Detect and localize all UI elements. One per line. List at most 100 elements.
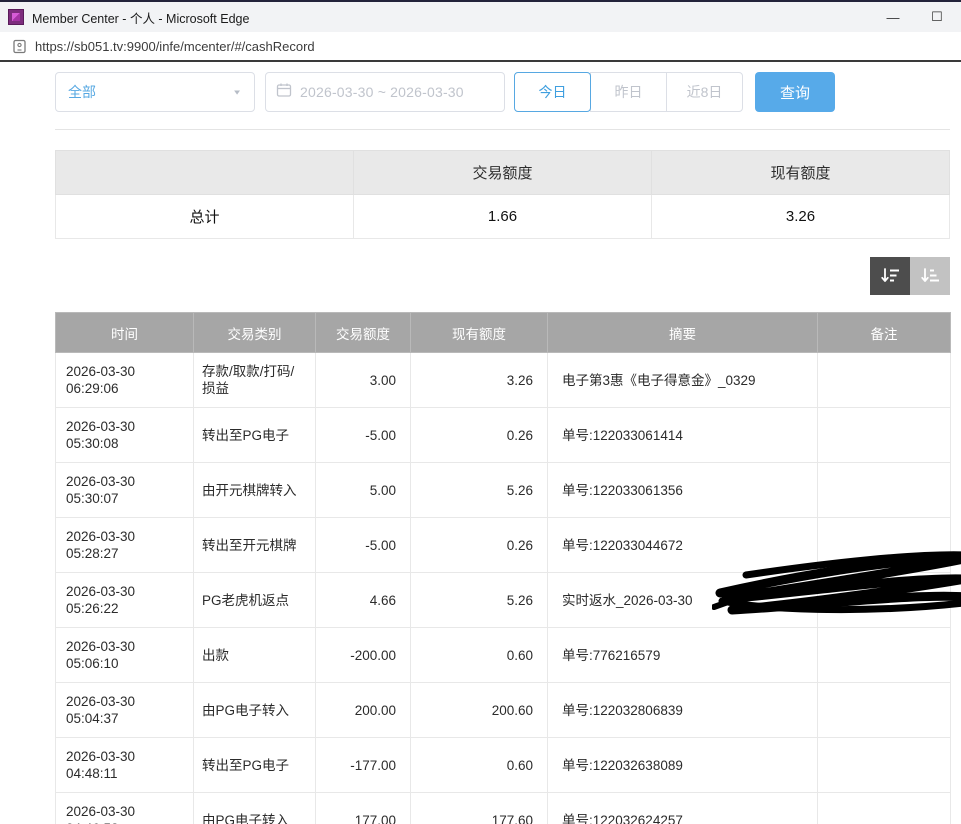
table-cell: 单号:122033044672 xyxy=(548,518,818,573)
minimize-button[interactable]: — xyxy=(871,2,915,32)
records-table: 时间 交易类别 交易额度 现有额度 摘要 备注 2026-03-30 06:29… xyxy=(55,312,951,824)
summary-table: 交易额度 现有额度 总计 1.66 3.26 xyxy=(55,150,950,239)
date-range-input[interactable]: 2026-03-30 ~ 2026-03-30 xyxy=(265,72,505,112)
table-cell: -5.00 xyxy=(316,408,411,463)
yesterday-button[interactable]: 昨日 xyxy=(590,72,667,112)
last8days-button[interactable]: 近8日 xyxy=(666,72,743,112)
table-row: 2026-03-30 05:26:22PG老虎机返点4.665.26实时返水_2… xyxy=(56,573,951,628)
window-title: Member Center - 个人 - Microsoft Edge xyxy=(32,8,249,27)
summary-header-balance: 现有额度 xyxy=(652,151,950,195)
summary-header-empty xyxy=(56,151,354,195)
table-cell: PG老虎机返点 xyxy=(194,573,316,628)
header-transaction-amount: 交易额度 xyxy=(316,313,411,353)
table-cell: 2026-03-30 04:48:11 xyxy=(56,738,194,793)
certificate-icon xyxy=(12,39,27,54)
header-remark: 备注 xyxy=(818,313,951,353)
table-cell xyxy=(818,793,951,824)
records-header-row: 时间 交易类别 交易额度 现有额度 摘要 备注 xyxy=(56,313,951,353)
table-cell xyxy=(818,408,951,463)
table-cell: 单号:776216579 xyxy=(548,628,818,683)
table-cell: 单号:122032624257 xyxy=(548,793,818,824)
table-row: 2026-03-30 05:28:27转出至开元棋牌-5.000.26单号:12… xyxy=(56,518,951,573)
table-cell: 单号:122032638089 xyxy=(548,738,818,793)
summary-balance-total: 3.26 xyxy=(652,195,950,239)
table-cell: 177.60 xyxy=(411,793,548,824)
summary-header-transaction: 交易额度 xyxy=(354,151,652,195)
title-bar: Member Center - 个人 - Microsoft Edge — ☐ xyxy=(0,0,961,32)
table-cell: 转出至开元棋牌 xyxy=(194,518,316,573)
url-text: https://sb051.tv:9900/infe/mcenter/#/cas… xyxy=(35,39,315,54)
app-icon xyxy=(8,9,24,25)
table-row: 2026-03-30 05:30:07由开元棋牌转入5.005.26单号:122… xyxy=(56,463,951,518)
table-cell xyxy=(818,518,951,573)
table-cell: 0.26 xyxy=(411,408,548,463)
table-cell: 单号:122033061356 xyxy=(548,463,818,518)
header-balance: 现有额度 xyxy=(411,313,548,353)
table-row: 2026-03-30 05:30:08转出至PG电子-5.000.26单号:12… xyxy=(56,408,951,463)
summary-transaction-total: 1.66 xyxy=(354,195,652,239)
today-button[interactable]: 今日 xyxy=(514,72,591,112)
table-cell xyxy=(818,463,951,518)
section-divider xyxy=(55,129,950,130)
calendar-icon xyxy=(276,82,292,103)
table-cell: 0.60 xyxy=(411,738,548,793)
chevron-down-icon: ▼ xyxy=(232,88,242,96)
table-cell: 存款/取款/打码/损益 xyxy=(194,353,316,408)
table-row: 2026-03-30 05:04:37由PG电子转入200.00200.60单号… xyxy=(56,683,951,738)
cash-record-page: 全部 ▼ 2026-03-30 ~ 2026-03-30 今日 昨日 近8日 查 xyxy=(0,62,961,824)
summary-total-row: 总计 1.66 3.26 xyxy=(56,195,950,239)
table-row: 2026-03-30 04:48:11转出至PG电子-177.000.60单号:… xyxy=(56,738,951,793)
header-time: 时间 xyxy=(56,313,194,353)
header-category: 交易类别 xyxy=(194,313,316,353)
table-cell: 2026-03-30 05:04:37 xyxy=(56,683,194,738)
table-cell xyxy=(818,573,951,628)
sort-controls xyxy=(55,257,950,295)
table-cell: 5.26 xyxy=(411,573,548,628)
table-cell: 2026-03-30 04:46:52 xyxy=(56,793,194,824)
url-bar[interactable]: https://sb051.tv:9900/infe/mcenter/#/cas… xyxy=(0,32,961,62)
filter-bar: 全部 ▼ 2026-03-30 ~ 2026-03-30 今日 昨日 近8日 查 xyxy=(55,72,961,112)
table-cell: 5.00 xyxy=(316,463,411,518)
search-button[interactable]: 查询 xyxy=(755,72,835,112)
quick-range-group: 今日 昨日 近8日 xyxy=(514,72,743,112)
table-cell: 转出至PG电子 xyxy=(194,738,316,793)
table-cell: 200.60 xyxy=(411,683,548,738)
table-cell: 200.00 xyxy=(316,683,411,738)
maximize-button[interactable]: ☐ xyxy=(915,2,959,32)
records-tbody: 2026-03-30 06:29:06存款/取款/打码/损益3.003.26电子… xyxy=(56,353,951,824)
table-cell: 由PG电子转入 xyxy=(194,793,316,824)
table-cell xyxy=(818,738,951,793)
table-cell: 3.00 xyxy=(316,353,411,408)
table-row: 2026-03-30 04:46:52由PG电子转入177.00177.60单号… xyxy=(56,793,951,824)
table-cell: 单号:122032806839 xyxy=(548,683,818,738)
table-cell: 由开元棋牌转入 xyxy=(194,463,316,518)
table-cell: 2026-03-30 05:30:08 xyxy=(56,408,194,463)
table-cell xyxy=(818,628,951,683)
table-cell: 转出至PG电子 xyxy=(194,408,316,463)
table-cell: 2026-03-30 05:30:07 xyxy=(56,463,194,518)
table-cell: 2026-03-30 05:28:27 xyxy=(56,518,194,573)
category-select[interactable]: 全部 ▼ xyxy=(55,72,255,112)
table-cell: -5.00 xyxy=(316,518,411,573)
browser-window: Member Center - 个人 - Microsoft Edge — ☐ … xyxy=(0,0,961,824)
table-cell: 出款 xyxy=(194,628,316,683)
table-cell: 由PG电子转入 xyxy=(194,683,316,738)
table-cell: 电子第3惠《电子得意金》_0329 xyxy=(548,353,818,408)
category-select-value: 全部 xyxy=(68,82,96,102)
table-cell: 4.66 xyxy=(316,573,411,628)
date-range-value: 2026-03-30 ~ 2026-03-30 xyxy=(300,84,464,100)
sort-desc-button[interactable] xyxy=(870,257,910,295)
table-row: 2026-03-30 05:06:10出款-200.000.60单号:77621… xyxy=(56,628,951,683)
summary-total-label: 总计 xyxy=(56,195,354,239)
table-cell: -200.00 xyxy=(316,628,411,683)
table-cell: 2026-03-30 05:06:10 xyxy=(56,628,194,683)
table-cell: 3.26 xyxy=(411,353,548,408)
window-controls: — ☐ xyxy=(871,2,959,32)
table-cell: 2026-03-30 06:29:06 xyxy=(56,353,194,408)
sort-asc-button[interactable] xyxy=(910,257,950,295)
summary-header-row: 交易额度 现有额度 xyxy=(56,151,950,195)
table-cell: 实时返水_2026-03-30 xyxy=(548,573,818,628)
header-summary: 摘要 xyxy=(548,313,818,353)
table-cell: 177.00 xyxy=(316,793,411,824)
table-cell: 0.26 xyxy=(411,518,548,573)
